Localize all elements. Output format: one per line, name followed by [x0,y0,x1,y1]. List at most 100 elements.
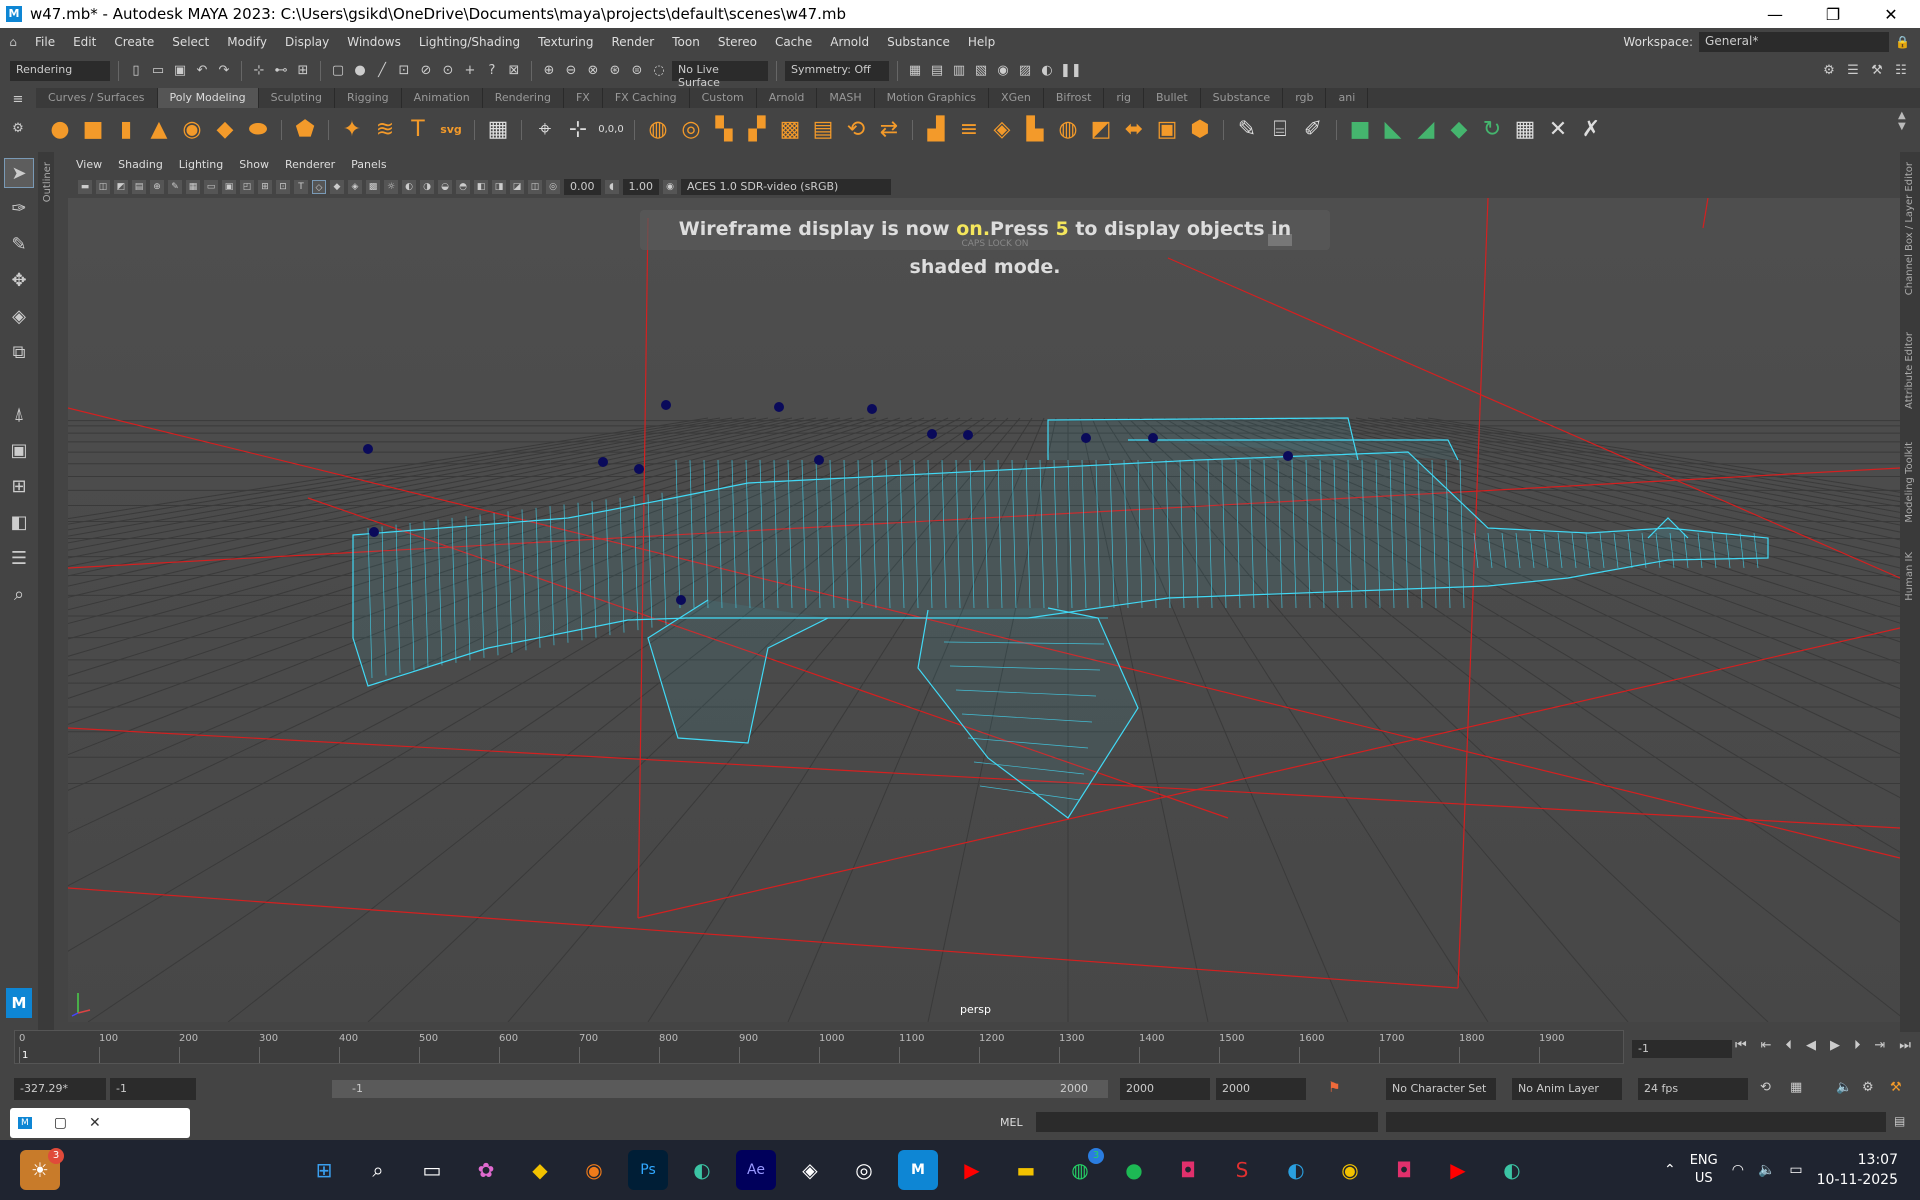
dynamics-mask-icon[interactable]: ⊙ [439,62,457,80]
instagram-2-icon[interactable]: ◘ [1384,1150,1424,1190]
hypershade-icon[interactable]: ◉ [994,62,1012,80]
script-editor-icon[interactable]: ▤ [1894,1114,1905,1128]
wifi-icon[interactable]: ◠ [1732,1162,1744,1178]
step-forward-frame-icon[interactable]: ⏵ [1854,1038,1861,1060]
shelf-tab-rendering[interactable]: Rendering [483,88,564,108]
combine-icon[interactable]: ◍ [644,116,672,144]
loop-icon[interactable]: ⟲ [1760,1080,1771,1095]
menu-cache[interactable]: Cache [766,35,821,49]
gate-mask-icon[interactable]: ◰ [240,180,254,194]
shelf-tab-curves-surfaces[interactable]: Curves / Surfaces [36,88,158,108]
bevel-icon[interactable]: ◈ [988,116,1016,144]
four-view-icon[interactable]: ⊞ [4,472,34,502]
home-icon[interactable]: ⌂ [0,35,26,49]
modeling-toolkit-icon[interactable]: ⚙ [1820,62,1838,80]
gamma-icon[interactable]: ◖ [604,180,619,194]
two-d-pan-icon[interactable]: ⊕ [150,180,164,194]
menu-windows[interactable]: Windows [338,35,410,49]
render-settings-icon[interactable]: ▧ [972,62,990,80]
motion-blur-icon[interactable]: ◒ [438,180,452,194]
vpn-icon[interactable]: ◆ [520,1150,560,1190]
extrude-icon[interactable]: ▟ [922,116,950,144]
edge-icon[interactable]: ◐ [682,1150,722,1190]
live-surface-field[interactable]: No Live Surface [672,61,768,89]
symmetry-dropdown[interactable]: Symmetry: Off [785,61,889,81]
go-to-start-icon[interactable]: ⏮ [1735,1038,1747,1060]
channel-box-icon[interactable]: ☷ [1892,62,1910,80]
render-frame-icon[interactable]: ▤ [928,62,946,80]
current-frame-field[interactable]: -1 [1632,1040,1732,1058]
shelf-tab-motion-graphics[interactable]: Motion Graphics [875,88,990,108]
shelf-tab-arnold[interactable]: Arnold [757,88,818,108]
sweep-mesh-icon[interactable]: ≋ [371,116,399,144]
attribute-editor-tab[interactable]: Attribute Editor [1904,332,1915,409]
anim-prefs-icon[interactable]: ⚒ [1890,1080,1902,1095]
maximize-icon[interactable]: ❐ [1804,5,1862,24]
collapse-icon[interactable]: ⬌ [1120,116,1148,144]
modeling-toolkit-tab[interactable]: Modeling Toolkit [1904,442,1915,523]
surface-mask-icon[interactable]: ⊡ [395,62,413,80]
quad-draw-icon[interactable]: ■ [1346,116,1374,144]
xray-joints-icon[interactable]: ◪ [510,180,524,194]
file-explorer-icon[interactable]: ▬ [1006,1150,1046,1190]
step-forward-key-icon[interactable]: ⇥ [1874,1038,1885,1060]
camera-select-icon[interactable]: ▬ [78,180,92,194]
grid-display-icon[interactable]: ▦ [484,116,512,144]
ipr-render-icon[interactable]: ▥ [950,62,968,80]
youtube-icon[interactable]: ▶ [952,1150,992,1190]
film-gate-icon[interactable]: ▭ [204,180,218,194]
start-icon[interactable]: ⊞ [304,1150,344,1190]
shelf-tab-substance[interactable]: Substance [1201,88,1284,108]
shelf-tab-fx-caching[interactable]: FX Caching [603,88,690,108]
relax-icon[interactable]: ◢ [1412,116,1440,144]
shelf-tab-xgen[interactable]: XGen [989,88,1044,108]
snap-point-icon[interactable]: ⊗ [584,62,602,80]
blender-icon[interactable]: ◉ [574,1150,614,1190]
merge-icon[interactable]: ◩ [1087,116,1115,144]
remesh-icon[interactable]: ▤ [809,116,837,144]
select-tool-icon[interactable]: ➤ [4,158,34,188]
render-mask-icon[interactable]: + [461,62,479,80]
safe-action-icon[interactable]: ⊡ [276,180,290,194]
make-live-icon[interactable]: ◌ [650,62,668,80]
fill-hole-icon[interactable]: ◍ [1054,116,1082,144]
photoshop-icon[interactable]: Ps [628,1150,668,1190]
lattice-icon[interactable]: ✕ [1544,116,1572,144]
view-transform-dropdown[interactable]: ACES 1.0 SDR-video (sRGB) [681,179,891,195]
channel-box-tab[interactable]: Channel Box / Layer Editor [1904,162,1915,295]
perspective-viewport[interactable] [68,198,1900,1022]
resolution-gate-icon[interactable]: ▣ [222,180,236,194]
scale-tool-icon[interactable]: ⧉ [4,338,34,368]
sharing-app-icon[interactable]: ◐ [1276,1150,1316,1190]
poly-cube-icon[interactable]: ■ [79,116,107,144]
xray-components-icon[interactable]: ◫ [528,180,542,194]
color-management-icon[interactable]: ◉ [663,180,677,194]
insert-edge-loop-icon[interactable]: ⌸ [1266,116,1294,144]
auto-key-icon[interactable]: ⚑ [1328,1080,1341,1096]
menu-toon[interactable]: Toon [663,35,709,49]
smooth-shade-icon[interactable]: ◆ [330,180,344,194]
snap-together-icon[interactable]: ⊹ [564,116,592,144]
safe-title-icon[interactable]: T [294,180,308,194]
separate-icon[interactable]: ◎ [677,116,705,144]
exposure-field[interactable]: 0.00 [564,179,601,195]
cleanup-icon[interactable]: ✗ [1577,116,1605,144]
task-view-icon[interactable]: ▭ [412,1150,452,1190]
go-to-end-icon[interactable]: ⏭ [1899,1038,1911,1060]
battery-icon[interactable]: ▭ [1789,1162,1802,1178]
youtube-2-icon[interactable]: ▶ [1438,1150,1478,1190]
two-view-icon[interactable]: ◧ [4,508,34,538]
shortcut-app-icon[interactable]: S [1222,1150,1262,1190]
shelf-scroll-icon[interactable]: ▲ ▼ [1898,110,1906,132]
start-time-field[interactable]: -1 [110,1078,196,1100]
panel-menu-lighting[interactable]: Lighting [179,158,223,176]
textured-icon[interactable]: ▩ [366,180,380,194]
search-taskbar-icon[interactable]: ⌕ [358,1150,398,1190]
chevron-up-icon[interactable]: ⌃ [1664,1162,1676,1178]
snap-curve-icon[interactable]: ⊖ [562,62,580,80]
open-scene-icon[interactable]: ▭ [149,62,167,80]
isolate-select-icon[interactable]: ◧ [474,180,488,194]
menuset-dropdown[interactable]: Rendering [10,61,110,81]
measure-tool-icon[interactable]: ⌖ [531,116,559,144]
menu-modify[interactable]: Modify [218,35,276,49]
